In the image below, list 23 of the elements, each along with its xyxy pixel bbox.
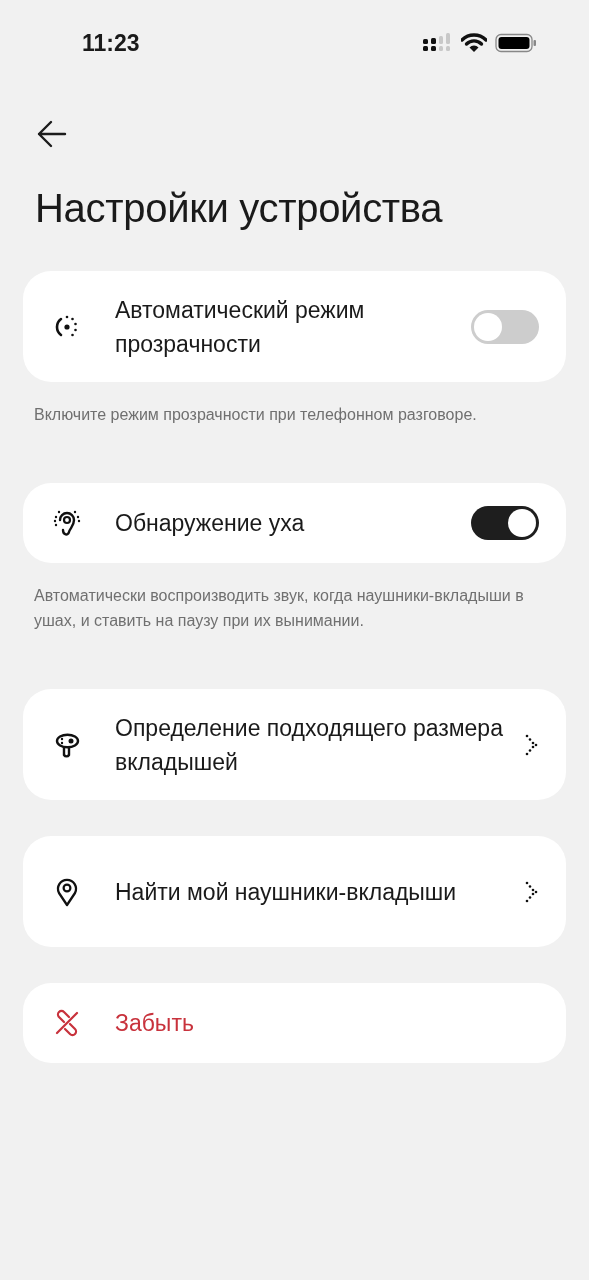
row-label: Забыть — [115, 1009, 195, 1038]
chevron-icon — [525, 880, 539, 903]
toggle-switch[interactable] — [471, 309, 539, 344]
settings-row[interactable]: Обнаружение уха — [23, 483, 566, 563]
settings-row[interactable]: Автоматический режим прозрачности — [23, 271, 566, 382]
row-description: Включите режим прозрачности при телефонном разговоре. — [34, 405, 478, 425]
chevron-icon — [525, 733, 539, 756]
row-label: Обнаружение уха — [115, 509, 306, 538]
toggle-switch[interactable] — [471, 506, 539, 540]
status-time: 11:23 — [82, 29, 140, 57]
settings-row[interactable]: Найти мой наушники-вкладыши — [23, 836, 566, 947]
forget-button[interactable]: Забыть — [23, 983, 566, 1063]
settings-row[interactable]: Определение подходящего размера вкладышей — [23, 689, 566, 800]
wifi-icon — [461, 33, 487, 53]
battery-icon — [495, 33, 537, 53]
row-label: Определение подходящего размера вкладышей — [115, 713, 504, 777]
row-label: Автоматический режим прозрачности — [115, 295, 366, 359]
page-title: Настройки устройства — [35, 186, 444, 231]
row-label: Найти мой наушники-вкладыши — [115, 877, 458, 907]
row-description: Автоматически воспроизводить звук, когда наушники-вкладыши в ушах, и ставить на паузу при их вынимании. — [34, 586, 525, 631]
signal-icon — [423, 33, 453, 53]
back-arrow-icon[interactable] — [37, 120, 67, 148]
ear-icon — [52, 508, 82, 538]
